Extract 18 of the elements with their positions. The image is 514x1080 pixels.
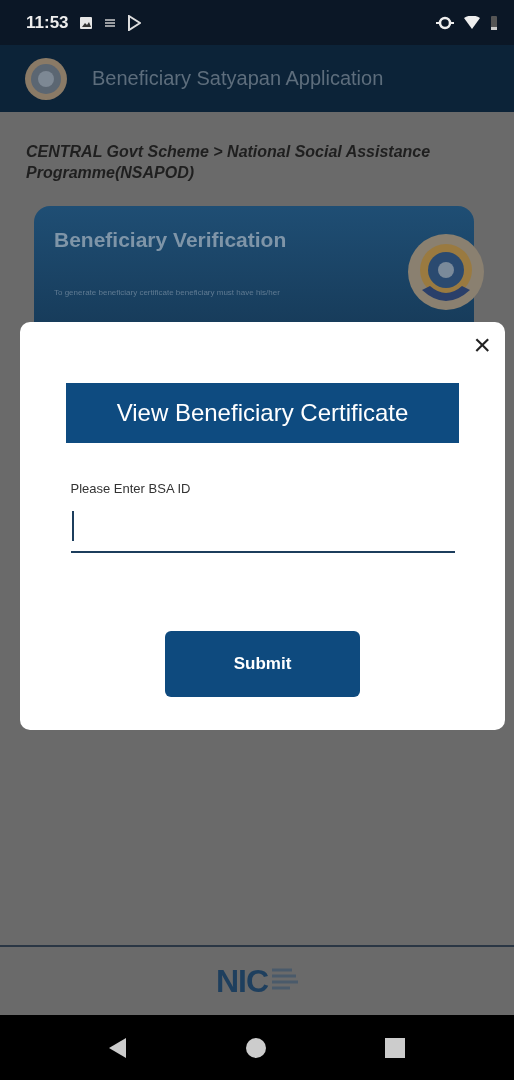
play-icon (126, 14, 141, 31)
sync-icon (436, 15, 454, 30)
status-time: 11:53 (26, 12, 69, 33)
nic-logo: NIC (215, 962, 299, 1000)
back-icon[interactable] (109, 1037, 128, 1058)
emblem-logo-icon (24, 56, 68, 101)
wifi-icon (464, 15, 480, 30)
bsa-id-field[interactable]: Please Enter BSA ID (70, 481, 455, 553)
battery-icon (490, 14, 498, 31)
app-title: Beneficiary Satyapan Application (92, 67, 384, 90)
image-icon (78, 15, 93, 30)
submit-button[interactable]: Submit (165, 631, 360, 697)
dialog-title: View Beneficiary Certificate (66, 383, 459, 443)
home-icon[interactable] (246, 1037, 266, 1058)
card-title: Beneficiary Verification (54, 227, 288, 252)
recents-icon[interactable] (384, 1037, 405, 1058)
emblem-icon (406, 231, 486, 312)
breadcrumb: CENTRAL Govt Scheme > National Social Assistance Programme(NSAPOD) (26, 142, 432, 183)
